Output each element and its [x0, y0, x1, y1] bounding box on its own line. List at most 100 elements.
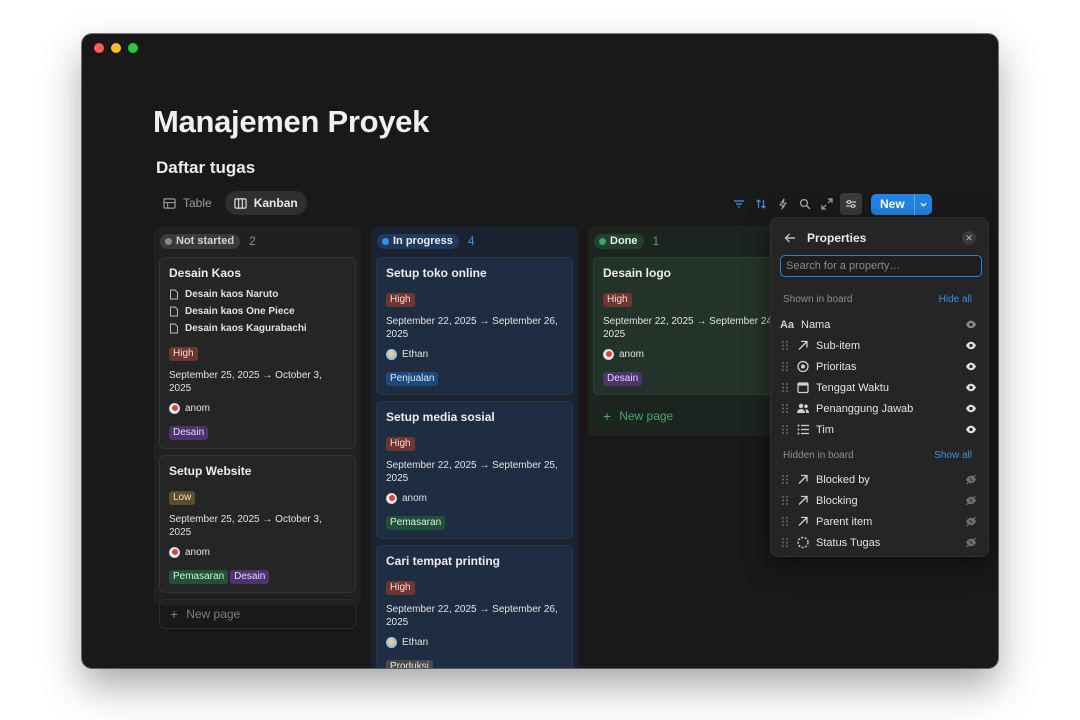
page-title[interactable]: Manajemen Proyek: [153, 104, 429, 140]
close-window-button[interactable]: [94, 43, 104, 53]
property-row-blocked-by[interactable]: Blocked by: [780, 469, 982, 490]
drag-handle-icon[interactable]: [780, 382, 790, 393]
new-page-button[interactable]: + New page: [593, 401, 790, 431]
assignee-name: anom: [185, 403, 211, 414]
card-setup-media-sosial[interactable]: Setup media sosial High September 22, 20…: [376, 401, 573, 539]
sub-item[interactable]: Desain kaos Kagurabachi: [169, 320, 346, 337]
column-header[interactable]: Not started 2: [160, 233, 356, 249]
sub-item-label: Desain kaos Kagurabachi: [185, 323, 307, 334]
eye-icon[interactable]: [965, 340, 977, 351]
drag-handle-icon[interactable]: [780, 537, 790, 548]
due-date-line: 2025: [386, 329, 409, 340]
new-button-group: New: [871, 193, 932, 215]
new-page-label: New page: [186, 607, 241, 621]
database-title[interactable]: Daftar tugas: [156, 158, 255, 178]
assignee: anom: [169, 403, 346, 414]
assignee-name: anom: [402, 493, 428, 504]
hidden-section-label: Hidden in board: [783, 450, 854, 461]
priority-tag: High: [386, 437, 415, 451]
eye-off-icon[interactable]: [965, 495, 977, 506]
drag-handle-icon[interactable]: [780, 403, 790, 414]
tab-table-label: Table: [183, 196, 212, 210]
relation-arrow-icon: [798, 516, 808, 526]
hide-all-button[interactable]: Hide all: [939, 294, 972, 305]
maximize-window-button[interactable]: [128, 43, 138, 53]
property-row-nama[interactable]: Aa Nama: [780, 314, 982, 335]
eye-off-icon[interactable]: [965, 537, 977, 548]
eye-icon[interactable]: [965, 319, 977, 330]
card-cari-tempat-printing[interactable]: Cari tempat printing High September 22, …: [376, 545, 573, 668]
eye-off-icon[interactable]: [965, 474, 977, 485]
eye-icon[interactable]: [965, 382, 977, 393]
card-desain-logo[interactable]: Desain logo High September 22, 2025 → Se…: [593, 257, 790, 395]
card-desain-kaos[interactable]: Desain Kaos Desain kaos Naruto Desain ka…: [159, 257, 356, 449]
status-label: Not started: [176, 235, 235, 247]
property-row-tenggat-waktu[interactable]: Tenggat Waktu: [780, 377, 982, 398]
property-row-parent-item[interactable]: Parent item: [780, 511, 982, 532]
card-setup-website[interactable]: Setup Website Low September 25, 2025 → O…: [159, 455, 356, 593]
property-label: Nama: [801, 318, 831, 331]
relation-arrow-icon: [798, 495, 808, 505]
eye-icon[interactable]: [965, 361, 977, 372]
property-label: Status Tugas: [816, 536, 881, 549]
assignee: anom: [169, 547, 346, 558]
tab-kanban[interactable]: Kanban: [224, 191, 307, 215]
avatar: [603, 349, 614, 360]
card-title: Desain logo: [603, 266, 672, 280]
new-page-button[interactable]: + New page: [159, 599, 356, 629]
title-aa-icon: Aa: [779, 318, 795, 331]
new-dropdown-button[interactable]: [913, 193, 932, 215]
eye-icon[interactable]: [965, 403, 977, 414]
status-dashed-icon: [797, 536, 809, 549]
drag-handle-icon[interactable]: [780, 361, 790, 372]
hidden-property-list: Blocked by Blocking Parent item Status T…: [780, 469, 982, 553]
sub-item[interactable]: Desain kaos One Piece: [169, 303, 346, 320]
close-icon[interactable]: ✕: [962, 231, 976, 245]
eye-icon[interactable]: [965, 424, 977, 435]
property-label: Prioritas: [816, 360, 857, 373]
property-search-input[interactable]: [780, 255, 982, 277]
database-toolbar: New: [730, 193, 932, 215]
sort-button[interactable]: [752, 194, 770, 214]
property-row-penanggung-jawab[interactable]: Penanggung Jawab: [780, 398, 982, 419]
drag-handle-icon[interactable]: [780, 516, 790, 527]
drag-handle-icon[interactable]: [780, 474, 790, 485]
due-date-line: 2025: [386, 473, 409, 484]
minimize-window-button[interactable]: [111, 43, 121, 53]
page-icon: [170, 306, 178, 317]
calendar-icon: [797, 382, 809, 394]
card-setup-toko-online[interactable]: Setup toko online High September 22, 202…: [376, 257, 573, 395]
due-date: September 22, 2025 → September 25, 2025: [386, 459, 563, 485]
settings-button[interactable]: [840, 193, 862, 215]
property-row-prioritas[interactable]: Prioritas: [780, 356, 982, 377]
chevron-down-icon: [920, 202, 927, 207]
search-button[interactable]: [796, 194, 814, 214]
team-tag: Desain: [169, 426, 209, 440]
expand-button[interactable]: [818, 194, 836, 214]
new-button[interactable]: New: [871, 194, 914, 215]
show-all-button[interactable]: Show all: [934, 450, 972, 461]
property-row-blocking[interactable]: Blocking: [780, 490, 982, 511]
sub-item[interactable]: Desain kaos Naruto: [169, 286, 346, 303]
card-title: Cari tempat printing: [386, 554, 501, 568]
property-row-sub-item[interactable]: Sub-item: [780, 335, 982, 356]
due-date-line: September 22, 2025 → September 25,: [386, 460, 558, 471]
eye-off-icon[interactable]: [965, 516, 977, 527]
property-row-tim[interactable]: Tim: [780, 419, 982, 440]
tab-table[interactable]: Table: [154, 191, 221, 215]
property-label: Blocking: [816, 494, 858, 507]
drag-handle-icon[interactable]: [780, 340, 790, 351]
team-tag: Desain: [603, 372, 643, 386]
automation-button[interactable]: [774, 194, 792, 214]
filter-button[interactable]: [730, 194, 748, 214]
drag-handle-icon[interactable]: [780, 424, 790, 435]
due-date: September 22, 2025 → September 24, 2025: [603, 315, 780, 341]
table-icon: [163, 197, 176, 209]
property-row-status-tugas[interactable]: Status Tugas: [780, 532, 982, 553]
column-header[interactable]: Done 1: [594, 233, 790, 249]
due-date: September 25, 2025 → October 3, 2025: [169, 514, 322, 538]
back-arrow-icon[interactable]: [783, 231, 797, 245]
drag-handle-icon[interactable]: [780, 495, 790, 506]
column-count: 1: [652, 234, 660, 248]
column-header[interactable]: In progress 4: [377, 233, 573, 249]
